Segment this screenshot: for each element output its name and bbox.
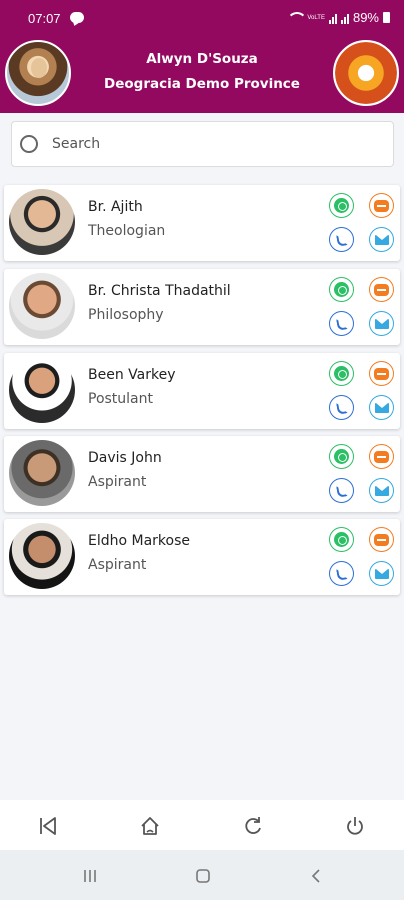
contact-photo xyxy=(9,523,75,589)
bottom-nav xyxy=(0,800,404,850)
status-time: 07:07 xyxy=(28,11,61,26)
search-icon xyxy=(20,135,38,153)
whatsapp-icon xyxy=(334,449,349,464)
whatsapp-icon xyxy=(334,198,349,213)
whatsapp-button[interactable] xyxy=(329,361,354,386)
phone-icon xyxy=(335,566,348,581)
home-system-icon[interactable] xyxy=(191,864,215,888)
contact-name: Been Varkey xyxy=(88,367,176,383)
signal-icon-2 xyxy=(340,12,349,24)
province-name: Deogracia Demo Province xyxy=(104,76,300,92)
app-header: 07:07 VoLTE 89% Alwyn D'Souza Deogracia … xyxy=(0,0,404,113)
mail-icon xyxy=(374,568,389,579)
status-bar: 07:07 VoLTE 89% xyxy=(0,0,404,36)
mail-icon xyxy=(374,318,389,329)
contact-role: Aspirant xyxy=(88,474,147,490)
message-button[interactable] xyxy=(369,361,394,386)
back-system-icon[interactable] xyxy=(304,864,328,888)
contact-card[interactable]: Been Varkey Postulant xyxy=(4,353,400,429)
contact-photo xyxy=(9,189,75,255)
home-icon[interactable] xyxy=(136,812,164,840)
status-right: VoLTE 89% xyxy=(287,10,390,25)
contact-photo xyxy=(9,357,75,423)
contact-name: Eldho Markose xyxy=(88,533,191,549)
whatsapp-icon xyxy=(334,282,349,297)
whatsapp-icon xyxy=(334,532,349,547)
power-icon[interactable] xyxy=(341,812,369,840)
message-button[interactable] xyxy=(369,444,394,469)
search-input[interactable] xyxy=(52,132,382,156)
phone-icon xyxy=(335,400,348,415)
call-button[interactable] xyxy=(329,311,354,336)
contact-card[interactable]: Br. Ajith Theologian xyxy=(4,185,400,261)
jesus-portrait-icon xyxy=(5,40,71,106)
message-button[interactable] xyxy=(369,527,394,552)
chat-bubble-icon xyxy=(374,450,389,463)
contact-role: Postulant xyxy=(88,391,153,407)
whatsapp-button[interactable] xyxy=(329,444,354,469)
mail-button[interactable] xyxy=(369,311,394,336)
contact-name: Davis John xyxy=(88,450,162,466)
message-button[interactable] xyxy=(369,193,394,218)
contact-role: Philosophy xyxy=(88,307,164,323)
wifi-icon xyxy=(287,11,308,24)
phone-icon xyxy=(335,232,348,247)
whatsapp-icon xyxy=(334,366,349,381)
contact-card[interactable]: Eldho Markose Aspirant xyxy=(4,519,400,595)
contact-role: Theologian xyxy=(88,223,166,239)
call-button[interactable] xyxy=(329,478,354,503)
mail-icon xyxy=(374,402,389,413)
message-button[interactable] xyxy=(369,277,394,302)
battery-percent: 89% xyxy=(352,10,379,25)
call-button[interactable] xyxy=(329,227,354,252)
whatsapp-button[interactable] xyxy=(329,277,354,302)
chat-bubble-icon xyxy=(374,367,389,380)
chat-bubble-icon xyxy=(374,533,389,546)
signal-icon xyxy=(328,12,337,24)
dove-logo-icon[interactable] xyxy=(333,40,399,106)
mail-icon xyxy=(374,234,389,245)
chat-notification-icon xyxy=(70,12,84,23)
whatsapp-button[interactable] xyxy=(329,527,354,552)
volte-text: VoLTE xyxy=(307,14,325,21)
contact-card[interactable]: Davis John Aspirant xyxy=(4,436,400,512)
phone-icon xyxy=(335,483,348,498)
user-name: Alwyn D'Souza xyxy=(146,51,258,67)
phone-icon xyxy=(335,316,348,331)
refresh-icon[interactable] xyxy=(239,812,267,840)
back-skip-icon[interactable] xyxy=(34,812,62,840)
contact-photo xyxy=(9,440,75,506)
call-button[interactable] xyxy=(329,395,354,420)
call-button[interactable] xyxy=(329,561,354,586)
contact-card[interactable]: Br. Christa Thadathil Philosophy xyxy=(4,269,400,345)
contact-name: Br. Christa Thadathil xyxy=(88,283,231,299)
mail-button[interactable] xyxy=(369,227,394,252)
mail-button[interactable] xyxy=(369,478,394,503)
contact-photo xyxy=(9,273,75,339)
chat-bubble-icon xyxy=(374,283,389,296)
contact-role: Aspirant xyxy=(88,557,147,573)
search-bar[interactable] xyxy=(11,121,394,167)
battery-icon xyxy=(383,12,390,23)
contact-name: Br. Ajith xyxy=(88,199,143,215)
chat-bubble-icon xyxy=(374,199,389,212)
whatsapp-button[interactable] xyxy=(329,193,354,218)
mail-icon xyxy=(374,485,389,496)
mail-button[interactable] xyxy=(369,395,394,420)
system-nav-bar xyxy=(0,850,404,900)
mail-button[interactable] xyxy=(369,561,394,586)
recent-apps-icon[interactable] xyxy=(78,864,102,888)
